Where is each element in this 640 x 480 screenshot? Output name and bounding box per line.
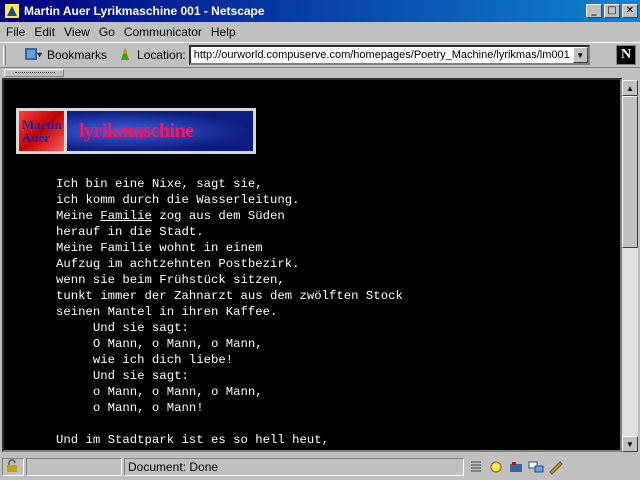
familie-link[interactable]: Familie bbox=[100, 209, 152, 223]
security-lock-icon bbox=[5, 458, 19, 476]
location-icon[interactable] bbox=[117, 46, 133, 65]
scroll-up-button[interactable]: ▲ bbox=[622, 80, 638, 96]
component-bar bbox=[468, 459, 568, 475]
netscape-app-icon[interactable] bbox=[4, 3, 20, 19]
collapsed-toolbar-tab[interactable] bbox=[4, 69, 64, 77]
poem-line: ich komm durch die Wasserleitung. bbox=[56, 193, 300, 207]
poem-line: wenn sie beim Frühstück sitzen, bbox=[56, 273, 285, 287]
poem-line: Meine Familie zog aus dem Süden bbox=[56, 208, 403, 224]
poem-line: O Mann, o Mann, o Mann, bbox=[56, 337, 263, 351]
vertical-scrollbar[interactable]: ▲ ▼ bbox=[622, 80, 638, 452]
poem-line: seinen Mantel in ihren Kaffee. bbox=[56, 305, 278, 319]
poem-line: Und sie sagt: bbox=[56, 369, 189, 383]
netscape-logo[interactable]: N bbox=[616, 45, 636, 65]
poem-line: o Mann, o Mann, o Mann, bbox=[56, 385, 263, 399]
minimize-button[interactable]: _ bbox=[586, 4, 602, 18]
menu-bar: File Edit View Go Communicator Help bbox=[0, 22, 640, 42]
poem-line: tunkt immer der Zahnarzt aus dem zwölfte… bbox=[56, 289, 403, 303]
poem-line: Ich bin eine Nixe, sagt sie, bbox=[56, 177, 263, 191]
menu-file[interactable]: File bbox=[6, 25, 25, 39]
poem-line: Meine Familie wohnt in einem bbox=[56, 241, 263, 255]
poem-line: Und sie sagt: bbox=[56, 321, 189, 335]
banner-author-last: Auer bbox=[22, 130, 51, 145]
banner-title: lyrikmaschine bbox=[67, 111, 253, 151]
url-input[interactable]: http://ourworld.compuserve.com/homepages… bbox=[188, 45, 590, 65]
banner-author: Martin Auer bbox=[19, 111, 67, 151]
poem-line: Aufzug im achtzehnten Postbezirk. bbox=[56, 257, 300, 271]
poem-line-start: Meine bbox=[56, 209, 101, 223]
bookmarks-button[interactable]: Bookmarks bbox=[23, 45, 107, 66]
progress-panel bbox=[26, 458, 122, 476]
mailbox-icon[interactable] bbox=[508, 459, 524, 475]
composer-icon[interactable] bbox=[548, 459, 564, 475]
menu-view[interactable]: View bbox=[64, 25, 90, 39]
poem-line bbox=[56, 416, 403, 432]
page-content: Martin Auer lyrikmaschine Ich bin eine N… bbox=[2, 78, 622, 452]
location-label: Location: bbox=[137, 48, 186, 62]
navigator-icon[interactable] bbox=[488, 459, 504, 475]
location-group: Location: http://ourworld.compuserve.com… bbox=[117, 45, 590, 65]
maximize-button[interactable]: □ bbox=[604, 4, 620, 18]
url-text: http://ourworld.compuserve.com/homepages… bbox=[193, 49, 571, 61]
menu-communicator[interactable]: Communicator bbox=[124, 25, 202, 39]
title-bar: Martin Auer Lyrikmaschine 001 - Netscape… bbox=[0, 0, 640, 22]
location-toolbar: Bookmarks Location: http://ourworld.comp… bbox=[0, 42, 640, 68]
scroll-thumb[interactable] bbox=[622, 96, 638, 248]
scroll-down-button[interactable]: ▼ bbox=[622, 436, 638, 452]
security-lock-panel[interactable] bbox=[2, 458, 24, 476]
status-bar: Document: Done bbox=[0, 454, 640, 480]
menu-go[interactable]: Go bbox=[99, 25, 115, 39]
menu-help[interactable]: Help bbox=[211, 25, 236, 39]
poem-line: o Mann, o Mann! bbox=[56, 401, 204, 415]
lyrikmaschine-banner: Martin Auer lyrikmaschine bbox=[16, 108, 256, 154]
close-button[interactable]: ✕ bbox=[622, 4, 638, 18]
poem-line: herauf in die Stadt. bbox=[56, 225, 204, 239]
bookmarks-label: Bookmarks bbox=[47, 48, 108, 62]
window-title: Martin Auer Lyrikmaschine 001 - Netscape bbox=[24, 4, 265, 18]
url-dropdown-icon[interactable]: ▼ bbox=[572, 47, 588, 63]
poem-line: wie ich dich liebe! bbox=[56, 353, 234, 367]
status-text-panel: Document: Done bbox=[124, 458, 464, 476]
toolbar-grip[interactable] bbox=[3, 45, 6, 65]
status-text: Document: Done bbox=[128, 460, 219, 474]
menu-edit[interactable]: Edit bbox=[34, 25, 55, 39]
poem-text: Ich bin eine Nixe, sagt sie, ich komm dur… bbox=[56, 176, 403, 448]
poem-line: Und im Stadtpark ist es so hell heut, bbox=[56, 433, 330, 447]
toolbar-tab-strip bbox=[0, 68, 640, 78]
grip-icon bbox=[468, 459, 484, 475]
bookmarks-icon bbox=[23, 45, 43, 66]
discussions-icon[interactable] bbox=[528, 459, 544, 475]
poem-line-end: zog aus dem Süden bbox=[151, 209, 285, 223]
